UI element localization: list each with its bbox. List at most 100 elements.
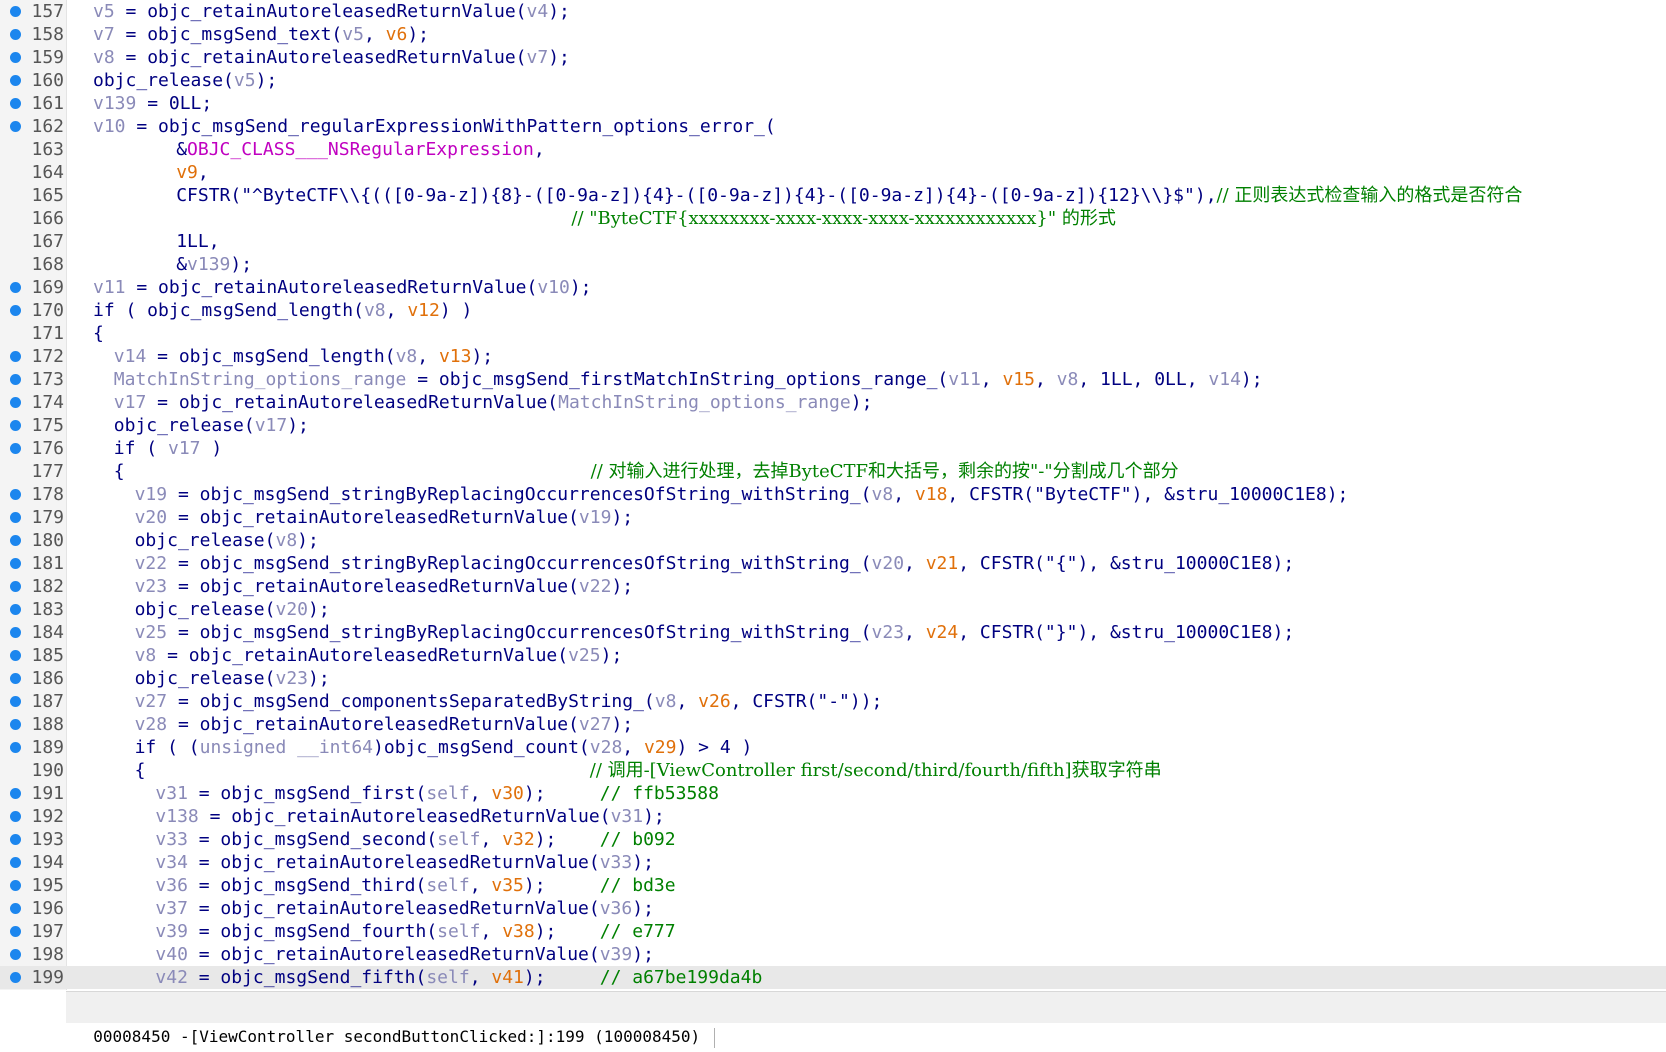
code-line[interactable]: 164 v9, (0, 161, 1666, 184)
breakpoint-dot-icon[interactable] (10, 489, 21, 500)
code-line[interactable]: 195 v36 = objc_msgSend_third(self, v35); … (0, 874, 1666, 897)
breakpoint-dot-icon[interactable] (10, 6, 21, 17)
code-token: , CFSTR("}"), &stru_10000C1E8); (958, 622, 1295, 643)
breakpoint-dot-icon[interactable] (10, 627, 21, 638)
breakpoint-dot-icon[interactable] (10, 282, 21, 293)
breakpoint-dot-icon[interactable] (10, 696, 21, 707)
code-line[interactable]: 171 { (0, 322, 1666, 345)
code-line[interactable]: 170 if ( objc_msgSend_length(v8, v12) ) (0, 299, 1666, 322)
breakpoint-dot-icon[interactable] (10, 788, 21, 799)
code-line[interactable]: 182 v23 = objc_retainAutoreleasedReturnVa… (0, 575, 1666, 598)
code-line[interactable]: 175 objc_release(v17); (0, 414, 1666, 437)
code-line[interactable]: 158 v7 = objc_msgSend_text(v5, v6); (0, 23, 1666, 46)
breakpoint-dot-icon[interactable] (10, 949, 21, 960)
code-line[interactable]: 174 v17 = objc_retainAutoreleasedReturnVa… (0, 391, 1666, 414)
code-line[interactable]: 179 v20 = objc_retainAutoreleasedReturnVa… (0, 506, 1666, 529)
breakpoint-dot-icon[interactable] (10, 857, 21, 868)
code-line[interactable]: 167 1LL, (0, 230, 1666, 253)
code-token: ); (534, 829, 600, 850)
code-line[interactable]: 169 v11 = objc_retainAutoreleasedReturnVa… (0, 276, 1666, 299)
code-line[interactable]: 183 objc_release(v20); (0, 598, 1666, 621)
breakpoint-dot-icon[interactable] (10, 351, 21, 362)
code-line[interactable]: 172 v14 = objc_msgSend_length(v8, v13); (0, 345, 1666, 368)
code-token: = objc_retainAutoreleasedReturnValue( (114, 1, 527, 22)
breakpoint-dot-icon[interactable] (10, 650, 21, 661)
code-line[interactable]: 196 v37 = objc_retainAutoreleasedReturnVa… (0, 897, 1666, 920)
breakpoint-dot-icon[interactable] (10, 558, 21, 569)
code-variable: v23 (134, 576, 168, 597)
code-line[interactable]: 178 v19 = objc_msgSend_stringByReplacingO… (0, 483, 1666, 506)
breakpoint-dot-icon[interactable] (10, 581, 21, 592)
code-line[interactable]: 161 v139 = 0LL; (0, 92, 1666, 115)
breakpoint-dot-icon[interactable] (10, 834, 21, 845)
code-line[interactable]: 187 v27 = objc_msgSend_componentsSeparate… (0, 690, 1666, 713)
code-text: v19 = objc_msgSend_stringByReplacingOccu… (135, 483, 1349, 506)
breakpoint-dot-icon[interactable] (10, 305, 21, 316)
breakpoint-dot-icon[interactable] (10, 397, 21, 408)
code-line[interactable]: 185 v8 = objc_retainAutoreleasedReturnVal… (0, 644, 1666, 667)
code-token: , (417, 346, 439, 367)
code-variable: v40 (155, 944, 188, 965)
breakpoint-dot-icon[interactable] (10, 75, 21, 86)
breakpoint-dot-icon[interactable] (10, 604, 21, 615)
breakpoint-dot-icon[interactable] (10, 673, 21, 684)
breakpoint-dot-icon[interactable] (10, 420, 21, 431)
code-line[interactable]: 197 v39 = objc_msgSend_fourth(self, v38);… (0, 920, 1666, 943)
breakpoint-dot-icon[interactable] (10, 98, 21, 109)
code-line[interactable]: 157 v5 = objc_retainAutoreleasedReturnVal… (0, 0, 1666, 23)
breakpoint-dot-icon[interactable] (10, 121, 21, 132)
breakpoint-dot-icon[interactable] (10, 926, 21, 937)
code-line[interactable]: 168 &v139); (0, 253, 1666, 276)
code-line[interactable]: 191 v31 = objc_msgSend_first(self, v30); … (0, 782, 1666, 805)
code-line[interactable]: 166 // "ByteCTF{xxxxxxxx-xxxx-xxxx-xxxx-x… (0, 207, 1666, 230)
breakpoint-dot-icon[interactable] (10, 535, 21, 546)
code-token: = objc_msgSend_componentsSeparatedByStri… (167, 691, 655, 712)
code-line[interactable]: 165 CFSTR("^ByteCTF\\{(([0-9a-z]){8}-([0-… (0, 184, 1666, 207)
code-comment: // ffb53588 (599, 783, 719, 804)
code-line[interactable]: 199 v42 = objc_msgSend_fifth(self, v41); … (0, 966, 1666, 989)
code-line[interactable]: 190 { // 调用-[ViewController first/second/… (0, 759, 1666, 782)
line-number: 162 (31, 116, 64, 137)
code-line[interactable]: 180 objc_release(v8); (0, 529, 1666, 552)
code-line[interactable]: 177 { // 对输入进行处理，去掉ByteCTF和大括号，剩余的按"-"分割成… (0, 460, 1666, 483)
code-line[interactable]: 159 v8 = objc_retainAutoreleasedReturnVal… (0, 46, 1666, 69)
pseudocode-editor[interactable]: 157 v5 = objc_retainAutoreleasedReturnVal… (0, 0, 1666, 990)
code-line[interactable]: 162 v10 = objc_msgSend_regularExpressionW… (0, 115, 1666, 138)
code-token: ); (308, 668, 330, 689)
breakpoint-dot-icon[interactable] (10, 29, 21, 40)
code-line[interactable]: 163 &OBJC_CLASS___NSRegularExpression, (0, 138, 1666, 161)
breakpoint-dot-icon[interactable] (10, 443, 21, 454)
code-line[interactable]: 198 v40 = objc_retainAutoreleasedReturnVa… (0, 943, 1666, 966)
code-line[interactable]: 192 v138 = objc_retainAutoreleasedReturnV… (0, 805, 1666, 828)
code-line[interactable]: 181 v22 = objc_msgSend_stringByReplacingO… (0, 552, 1666, 575)
code-token: CFSTR("^ByteCTF\\{(([0-9a-z]){8}-([0-9a-… (176, 185, 1217, 206)
code-token: ); (632, 944, 654, 965)
breakpoint-dot-icon[interactable] (10, 972, 21, 983)
breakpoint-dot-icon[interactable] (10, 811, 21, 822)
breakpoint-dot-icon[interactable] (10, 880, 21, 891)
code-variable: v8 (363, 300, 386, 321)
breakpoint-dot-icon[interactable] (10, 903, 21, 914)
code-line[interactable]: 189 if ( (unsigned __int64)objc_msgSend_c… (0, 736, 1666, 759)
breakpoint-dot-icon[interactable] (10, 742, 21, 753)
breakpoint-dot-icon[interactable] (10, 719, 21, 730)
code-text: &OBJC_CLASS___NSRegularExpression, (176, 138, 544, 161)
code-line[interactable]: 186 objc_release(v23); (0, 667, 1666, 690)
code-variable: v8 (395, 346, 418, 367)
code-line[interactable]: 160 objc_release(v5); (0, 69, 1666, 92)
code-line[interactable]: 193 v33 = objc_msgSend_second(self, v32);… (0, 828, 1666, 851)
code-line[interactable]: 176 if ( v17 ) (0, 437, 1666, 460)
code-token: , (480, 921, 503, 942)
code-line[interactable]: 184 v25 = objc_msgSend_stringByReplacingO… (0, 621, 1666, 644)
code-variable: MatchInString_options_range (558, 392, 851, 413)
code-text: objc_release(v20); (135, 598, 330, 621)
breakpoint-dot-icon[interactable] (10, 374, 21, 385)
code-comment: // bd3e (599, 875, 676, 896)
code-line[interactable]: 194 v34 = objc_retainAutoreleasedReturnVa… (0, 851, 1666, 874)
line-number: 192 (31, 806, 64, 827)
code-line[interactable]: 188 v28 = objc_retainAutoreleasedReturnVa… (0, 713, 1666, 736)
code-argument: v9 (176, 162, 198, 183)
code-line[interactable]: 173 MatchInString_options_range = objc_ms… (0, 368, 1666, 391)
breakpoint-dot-icon[interactable] (10, 512, 21, 523)
breakpoint-dot-icon[interactable] (10, 52, 21, 63)
